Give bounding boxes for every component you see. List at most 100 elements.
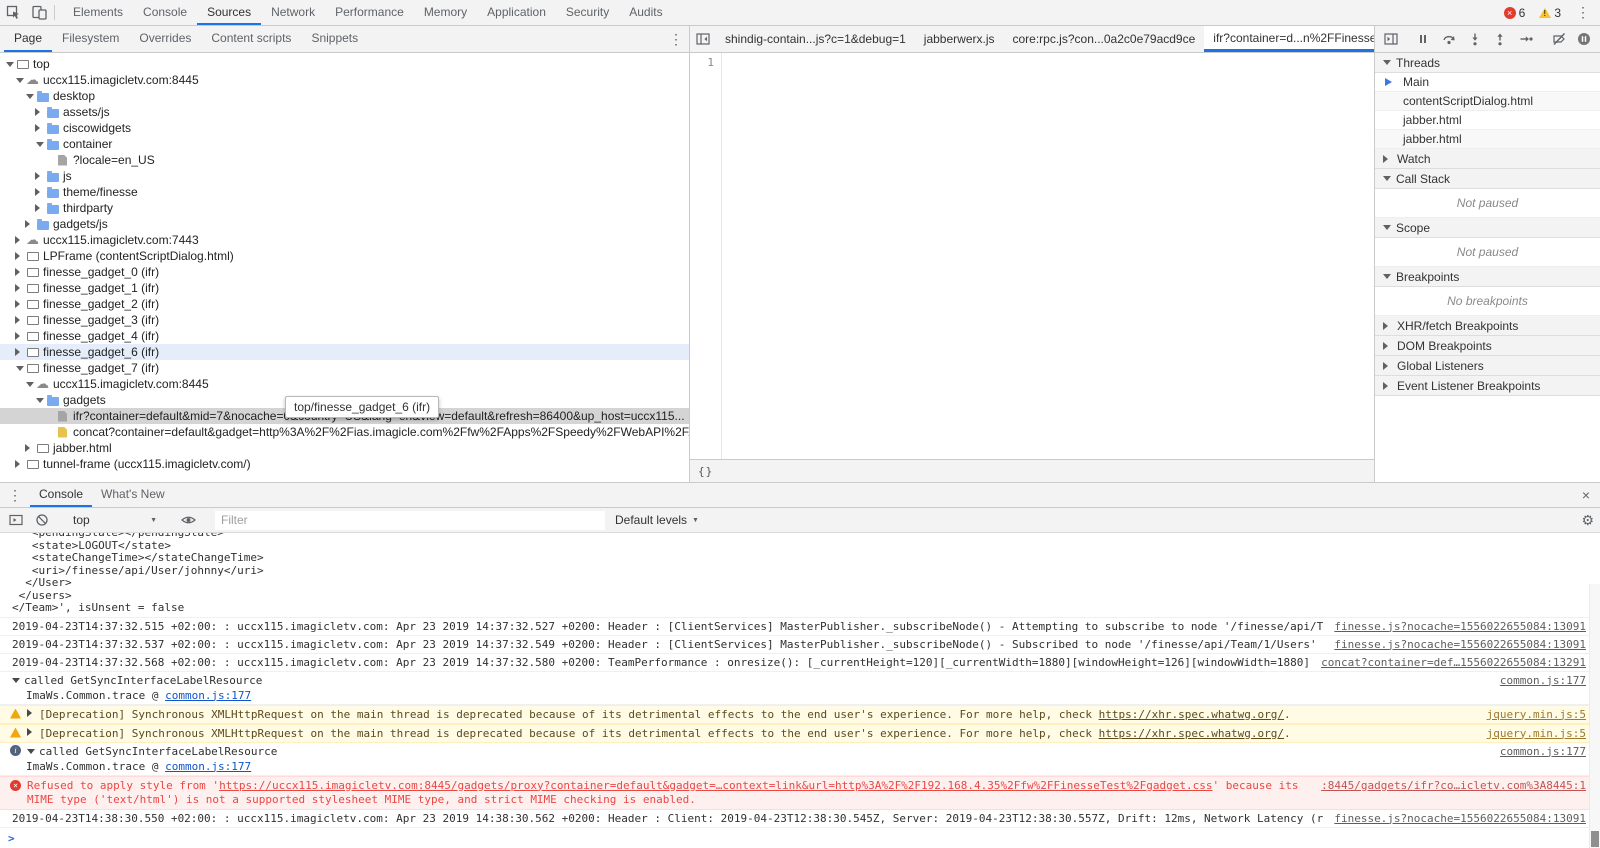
error-link[interactable]: https://uccx115.imagicletv.com:8445/gadg… [219, 779, 1212, 792]
navigator-menu-icon[interactable]: ⋮ [663, 31, 689, 48]
editor-tab[interactable]: jabberwerx.js [915, 26, 1004, 52]
tree-item[interactable]: finesse_gadget_1 (ifr) [0, 280, 689, 296]
tree-item[interactable]: finesse_gadget_3 (ifr) [0, 312, 689, 328]
toggle-navigator-icon[interactable] [690, 26, 716, 52]
expander-arrow-icon[interactable] [24, 220, 35, 228]
scrollbar-thumb[interactable] [1591, 831, 1599, 847]
tree-item[interactable]: theme/finesse [0, 184, 689, 200]
drawer-tab[interactable]: Console [30, 483, 92, 507]
expander-arrow-icon[interactable] [4, 58, 15, 71]
tree-item[interactable]: thirdparty [0, 200, 689, 216]
panel-tab[interactable]: Audits [619, 0, 672, 25]
code-area[interactable] [722, 53, 1374, 459]
expand-caret-icon[interactable] [27, 708, 39, 717]
collapse-caret-icon[interactable] [27, 745, 39, 758]
panel-tab[interactable]: Memory [414, 0, 477, 25]
panel-tab[interactable]: Elements [63, 0, 133, 25]
console-scrollbar[interactable] [1589, 584, 1600, 848]
tree-item[interactable]: finesse_gadget_6 (ifr) [0, 344, 689, 360]
navigator-tab[interactable]: Content scripts [201, 26, 301, 52]
sidebar-section-header[interactable]: DOM Breakpoints [1375, 336, 1600, 356]
tree-item[interactable]: ?locale=en_US [0, 152, 689, 168]
trace-source-link[interactable]: common.js:177 [165, 760, 251, 773]
warning-link[interactable]: https://xhr.spec.whatwg.org/ [1099, 708, 1284, 721]
expander-arrow-icon[interactable] [34, 172, 45, 180]
console-prompt[interactable]: > [0, 828, 1600, 848]
expander-arrow-icon[interactable] [24, 378, 35, 391]
source-link[interactable]: finesse.js?nocache=1556022655084:13091 [1334, 638, 1586, 651]
error-badge-icon[interactable]: × [1504, 7, 1516, 19]
console-settings-gear-icon[interactable]: ⚙ [1581, 512, 1594, 529]
live-expression-eye-icon[interactable] [178, 510, 198, 530]
close-drawer-icon[interactable]: × [1572, 483, 1600, 507]
sidebar-section-header[interactable]: Scope [1375, 218, 1600, 238]
tree-item[interactable]: assets/js [0, 104, 689, 120]
thread-item[interactable]: jabber.html [1375, 111, 1600, 130]
tree-item[interactable]: js [0, 168, 689, 184]
drawer-tab[interactable]: What's New [92, 483, 174, 507]
source-link[interactable]: jquery.min.js:5 [1487, 708, 1586, 721]
warning-link[interactable]: https://xhr.spec.whatwg.org/ [1099, 727, 1284, 740]
log-level-selector[interactable]: Default levels ▼ [611, 513, 703, 527]
tree-item[interactable]: LPFrame (contentScriptDialog.html) [0, 248, 689, 264]
tree-item[interactable]: finesse_gadget_4 (ifr) [0, 328, 689, 344]
navigator-tab[interactable]: Snippets [301, 26, 368, 52]
expander-arrow-icon[interactable] [34, 108, 45, 116]
tree-item[interactable]: concat?container=default&gadget=http%3A%… [0, 424, 689, 440]
device-toolbar-icon[interactable] [26, 0, 52, 25]
panel-tab[interactable]: Security [556, 0, 619, 25]
tree-item[interactable]: desktop [0, 88, 689, 104]
expander-arrow-icon[interactable] [14, 362, 25, 375]
tree-item[interactable]: gadgets/js [0, 216, 689, 232]
panel-tab[interactable]: Sources [197, 0, 261, 25]
tree-item[interactable]: container [0, 136, 689, 152]
navigator-tab[interactable]: Overrides [129, 26, 201, 52]
panel-tab[interactable]: Console [133, 0, 197, 25]
tree-item[interactable]: finesse_gadget_2 (ifr) [0, 296, 689, 312]
expander-arrow-icon[interactable] [14, 252, 25, 260]
expander-arrow-icon[interactable] [34, 124, 45, 132]
inspect-element-icon[interactable] [0, 0, 26, 25]
warning-badge-icon[interactable] [1539, 8, 1551, 18]
navigator-tab[interactable]: Page [4, 26, 52, 52]
expander-arrow-icon[interactable] [14, 284, 25, 292]
pause-script-icon[interactable] [1412, 28, 1436, 50]
expander-arrow-icon[interactable] [34, 394, 45, 407]
sidebar-section-header[interactable]: Threads [1375, 53, 1600, 73]
tree-item[interactable]: uccx115.imagicletv.com:8445 [0, 376, 689, 392]
console-sidebar-icon[interactable] [6, 510, 26, 530]
trace-source-link[interactable]: common.js:177 [165, 689, 251, 702]
expander-arrow-icon[interactable] [14, 74, 25, 87]
sidebar-section-header[interactable]: Call Stack [1375, 169, 1600, 189]
pause-on-exceptions-icon[interactable] [1572, 28, 1596, 50]
expander-arrow-icon[interactable] [34, 204, 45, 212]
source-link[interactable]: finesse.js?nocache=1556022655084:13091 [1334, 812, 1586, 825]
tree-item[interactable]: finesse_gadget_7 (ifr) [0, 360, 689, 376]
editor-tab[interactable]: core:rpc.js?con...0a2c0e79acd9ce [1004, 26, 1205, 52]
source-link[interactable]: common.js:177 [1500, 745, 1586, 758]
expander-arrow-icon[interactable] [14, 348, 25, 356]
navigator-tab[interactable]: Filesystem [52, 26, 129, 52]
tree-item[interactable]: tunnel-frame (uccx115.imagicletv.com/) [0, 456, 689, 472]
source-link[interactable]: finesse.js?nocache=1556022655084:13091 [1334, 620, 1586, 633]
step-into-icon[interactable] [1463, 28, 1487, 50]
expander-arrow-icon[interactable] [14, 316, 25, 324]
drawer-menu-icon[interactable]: ⋮ [0, 483, 30, 507]
expander-arrow-icon[interactable] [14, 460, 25, 468]
pretty-print-button[interactable]: {} [698, 465, 713, 478]
expander-arrow-icon[interactable] [34, 188, 45, 196]
panel-tab[interactable]: Performance [325, 0, 414, 25]
panel-tab[interactable]: Application [477, 0, 556, 25]
tree-item[interactable]: top [0, 56, 689, 72]
devtools-menu-icon[interactable]: ⋮ [1570, 4, 1596, 21]
thread-item[interactable]: jabber.html [1375, 130, 1600, 149]
editor-tab[interactable]: shindig-contain...js?c=1&debug=1 [716, 26, 915, 52]
collapse-caret-icon[interactable] [12, 674, 24, 687]
expander-arrow-icon[interactable] [14, 332, 25, 340]
expand-caret-icon[interactable] [27, 727, 39, 736]
sidebar-section-header[interactable]: Event Listener Breakpoints [1375, 376, 1600, 396]
editor-body[interactable]: 1 [690, 53, 1374, 459]
expander-arrow-icon[interactable] [24, 444, 35, 452]
tree-item[interactable]: finesse_gadget_0 (ifr) [0, 264, 689, 280]
clear-console-icon[interactable] [32, 510, 52, 530]
